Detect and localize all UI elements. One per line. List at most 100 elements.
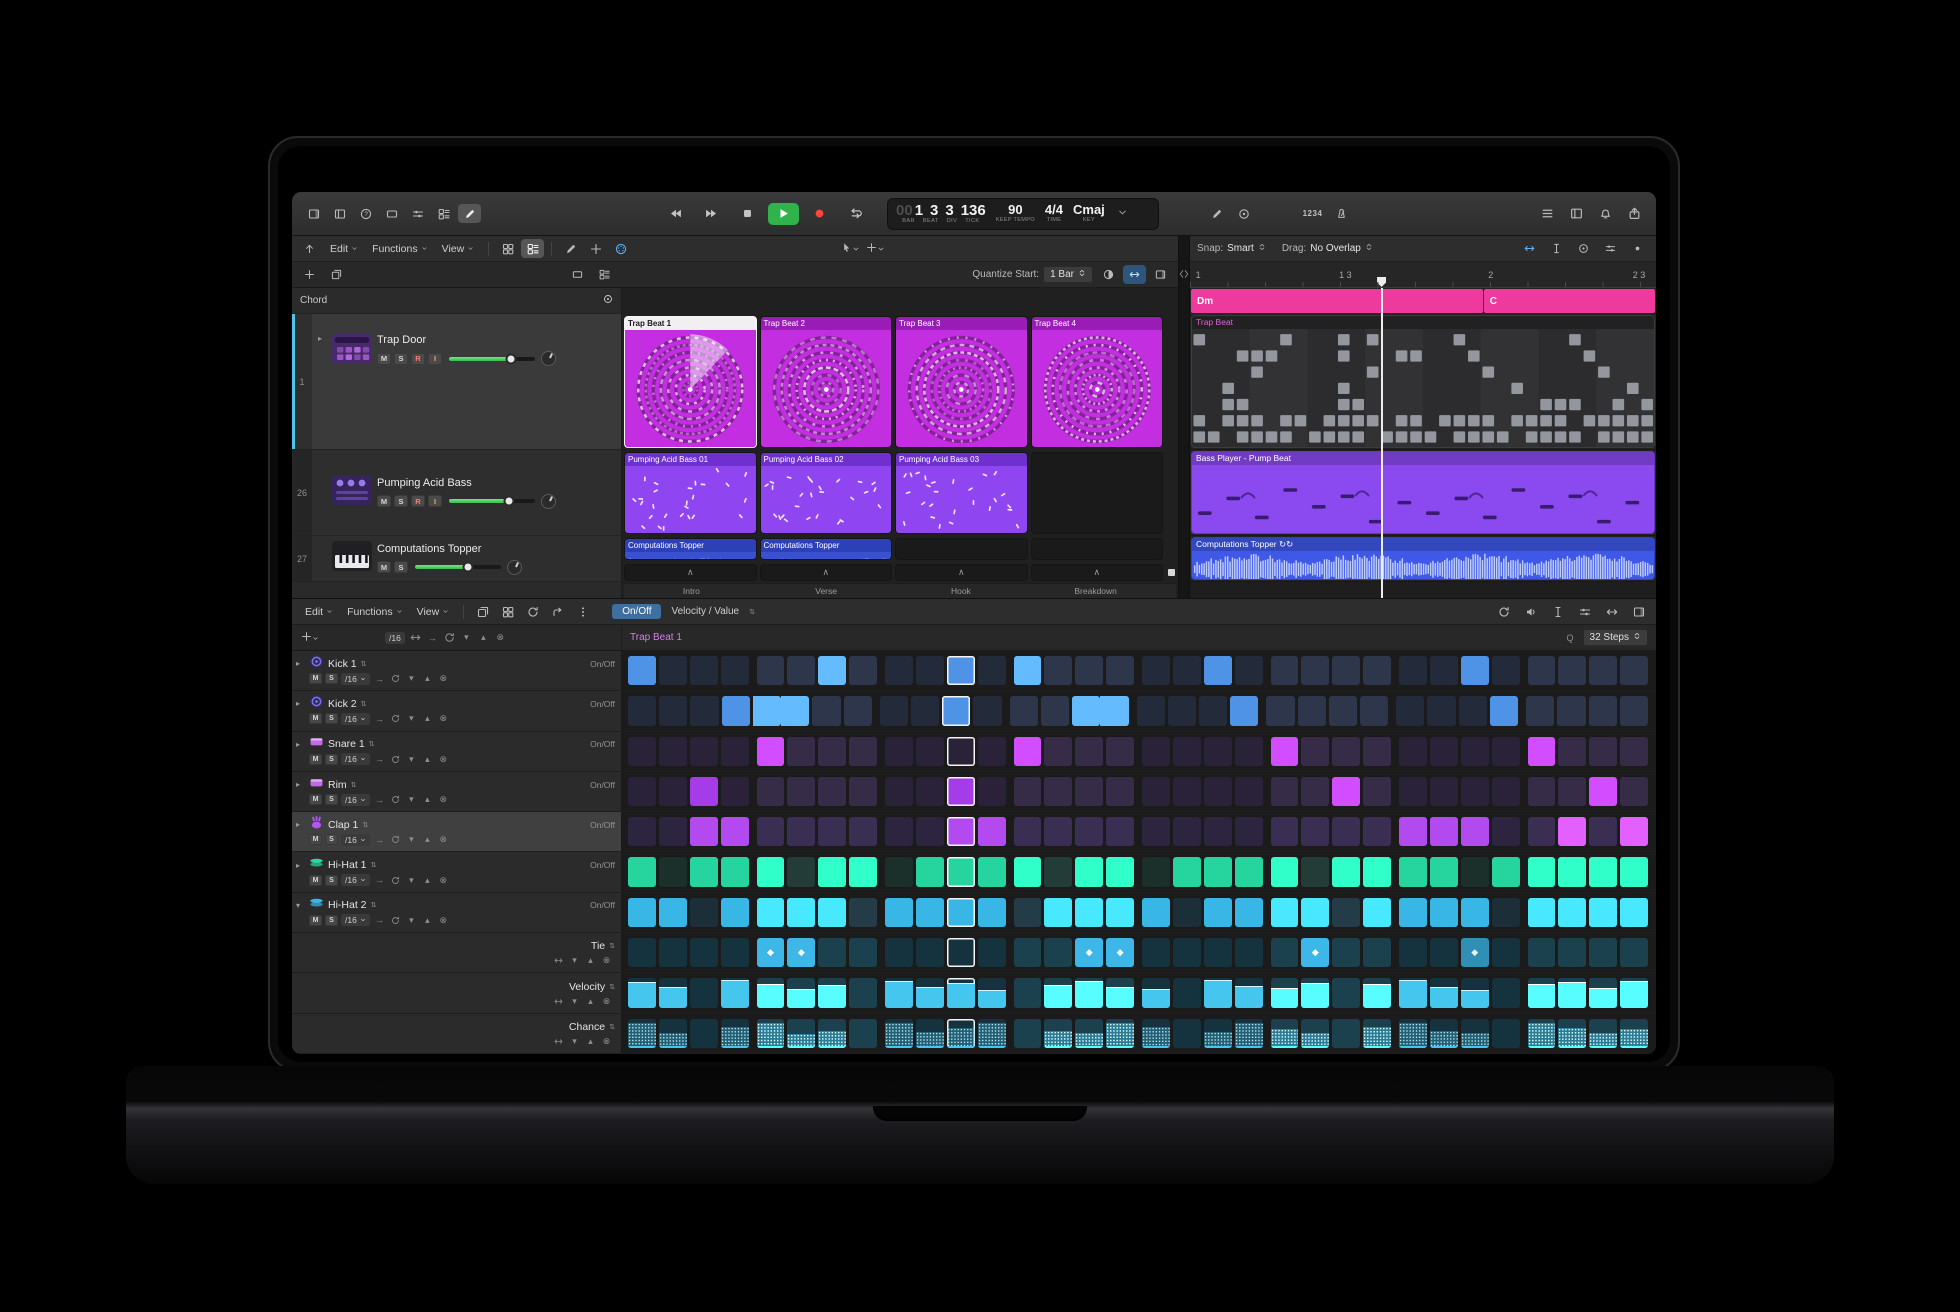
subrow-increment-icon[interactable]: ▴ <box>584 996 597 1007</box>
step-cell[interactable] <box>1204 898 1232 927</box>
row-random-icon[interactable]: ⊗ <box>437 834 450 845</box>
step-cell[interactable] <box>1589 938 1617 967</box>
step-cell[interactable] <box>1332 737 1360 766</box>
step-cell[interactable]: ◆ <box>787 938 815 967</box>
seq-row-header[interactable]: ▸Snare 1⇅On/OffMS/16 →▾▴⊗ <box>292 732 622 771</box>
row-disclosure-icon[interactable]: ▸ <box>296 740 305 749</box>
step-cell[interactable] <box>1301 817 1329 846</box>
step-cell[interactable] <box>1106 978 1134 1007</box>
scene-trigger[interactable]: ∧ <box>1031 564 1164 581</box>
row-rotate-icon[interactable] <box>389 755 402 764</box>
step-cell[interactable] <box>1492 1019 1520 1048</box>
step-cell[interactable] <box>1235 1019 1263 1048</box>
subrow-stepper-icon[interactable]: ⇅ <box>609 983 615 991</box>
step-cell[interactable] <box>1620 656 1648 685</box>
step-cell[interactable] <box>1271 737 1299 766</box>
step-cell[interactable] <box>628 857 656 886</box>
step-cell[interactable] <box>721 777 749 806</box>
step-cell[interactable] <box>1558 1019 1586 1048</box>
step-cell[interactable] <box>1044 1019 1072 1048</box>
step-cell[interactable] <box>628 817 656 846</box>
count-in-button[interactable]: 1234 <box>1301 204 1324 223</box>
step-cell[interactable] <box>1044 817 1072 846</box>
step-cell[interactable] <box>818 656 846 685</box>
row-increment-icon[interactable]: ▴ <box>421 713 434 724</box>
step-cell[interactable] <box>1142 978 1170 1007</box>
seq-subrow-header[interactable]: Velocity⇅▾▴⊗ <box>292 973 622 1012</box>
record-arm-button[interactable]: R <box>411 353 425 365</box>
row-division-dropdown[interactable]: /16 <box>341 914 370 926</box>
step-cell[interactable] <box>1558 817 1586 846</box>
row-mute-button[interactable]: M <box>309 875 322 886</box>
step-cell[interactable] <box>1332 978 1360 1007</box>
swing-button[interactable]: Q <box>1564 633 1577 643</box>
step-cell[interactable] <box>1528 898 1556 927</box>
step-cell[interactable] <box>1014 898 1042 927</box>
step-cell[interactable] <box>721 978 749 1007</box>
step-cell[interactable] <box>690 938 718 967</box>
step-cell[interactable] <box>1461 656 1489 685</box>
mode-velocity-button[interactable]: Velocity / Value <box>663 604 747 619</box>
performance-mode-icon[interactable] <box>1097 265 1120 284</box>
step-cell[interactable] <box>1399 817 1427 846</box>
step-cell[interactable] <box>1528 656 1556 685</box>
step-cell[interactable] <box>1142 656 1170 685</box>
cycle-button[interactable] <box>840 203 871 225</box>
step-cell[interactable] <box>1075 777 1103 806</box>
step-cell[interactable] <box>787 857 815 886</box>
solo-button[interactable]: S <box>394 495 408 507</box>
pattern-division-dropdown[interactable]: /16 <box>385 632 405 644</box>
step-cell[interactable] <box>1589 978 1617 1007</box>
step-cell[interactable] <box>757 1019 785 1048</box>
step-cell[interactable] <box>916 978 944 1007</box>
scroll-up-icon[interactable] <box>298 239 321 258</box>
preview-icon[interactable] <box>1519 602 1542 621</box>
step-cell[interactable] <box>1075 857 1103 886</box>
step-cell[interactable] <box>1461 857 1489 886</box>
volume-slider[interactable] <box>449 499 535 503</box>
step-cell[interactable] <box>1010 696 1038 725</box>
empty-loop-slot[interactable] <box>1031 452 1164 534</box>
subrow-stepper-icon[interactable]: ⇅ <box>609 1023 615 1031</box>
step-cell[interactable] <box>885 737 913 766</box>
empty-loop-slot[interactable] <box>895 538 1028 560</box>
mode-onoff-button[interactable]: On/Off <box>612 604 661 619</box>
pan-knob[interactable] <box>507 560 522 575</box>
expand-cells-icon[interactable] <box>1123 265 1146 284</box>
step-cell[interactable] <box>1492 817 1520 846</box>
step-cell[interactable] <box>1014 817 1042 846</box>
step-cell[interactable] <box>885 857 913 886</box>
show-divider-icon[interactable] <box>1149 265 1172 284</box>
loop-cell-pumping-acid-bass-01[interactable]: Pumping Acid Bass 01 <box>624 452 757 534</box>
row-rotate-icon[interactable] <box>389 835 402 844</box>
step-cell[interactable] <box>757 817 785 846</box>
step-cell[interactable] <box>1173 1019 1201 1048</box>
metronome-button[interactable] <box>1330 204 1353 223</box>
step-cell[interactable] <box>1271 978 1299 1007</box>
step-cell[interactable] <box>1271 857 1299 886</box>
low-latency-icon[interactable] <box>1205 204 1228 223</box>
seq-subrow-header[interactable]: Chance⇅▾▴⊗ <box>292 1014 622 1053</box>
subrow-increment-icon[interactable]: ▴ <box>584 955 597 966</box>
step-cell[interactable] <box>1332 898 1360 927</box>
step-cell[interactable] <box>947 857 975 886</box>
step-cell[interactable] <box>1266 696 1294 725</box>
step-cell[interactable] <box>1173 938 1201 967</box>
chord-marker-c[interactable]: C <box>1484 289 1655 313</box>
step-cell[interactable] <box>947 817 975 846</box>
step-cell[interactable] <box>1075 817 1103 846</box>
row-stepper-icon[interactable]: ⇅ <box>369 740 375 748</box>
row-mute-button[interactable]: M <box>309 834 322 845</box>
step-cell[interactable] <box>1492 777 1520 806</box>
step-cell[interactable] <box>1106 817 1134 846</box>
step-cell[interactable] <box>1142 857 1170 886</box>
row-stepper-icon[interactable]: ⇅ <box>362 821 368 829</box>
step-cell[interactable] <box>1528 938 1556 967</box>
step-cell[interactable] <box>659 898 687 927</box>
scene-label-verse[interactable]: Verse <box>759 584 894 598</box>
row-decrement-icon[interactable]: ▾ <box>405 713 418 724</box>
step-cell[interactable] <box>1173 978 1201 1007</box>
row-direction-icon[interactable]: → <box>373 835 386 845</box>
cell-edit-icon[interactable] <box>566 265 589 284</box>
solo-button[interactable]: S <box>394 561 408 573</box>
